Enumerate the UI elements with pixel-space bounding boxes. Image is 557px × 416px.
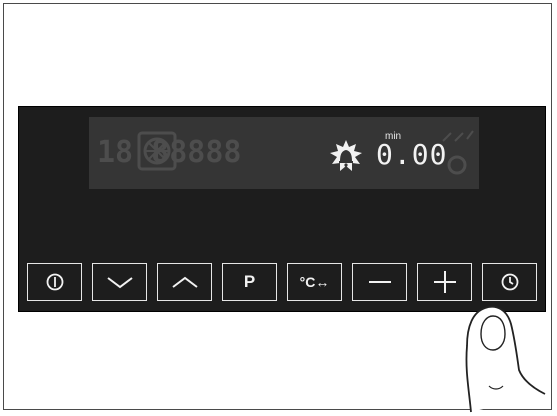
- timer-value: 0.00: [376, 138, 448, 171]
- oven-control-panel: 18 88888 min 0.00 P °C↔: [18, 106, 546, 312]
- minus-icon: [368, 281, 391, 283]
- alarm-bell-icon: [329, 139, 363, 173]
- down-button[interactable]: [92, 263, 147, 301]
- program-button[interactable]: P: [222, 263, 277, 301]
- illustration-frame: 18 88888 min 0.00 P °C↔: [3, 3, 552, 413]
- power-button[interactable]: [27, 263, 82, 301]
- program-button-label: P: [243, 272, 256, 291]
- lcd-display: 18 88888 min 0.00: [89, 117, 479, 189]
- power-icon: [46, 273, 63, 291]
- temperature-button[interactable]: °C↔: [287, 263, 342, 301]
- up-button[interactable]: [157, 263, 212, 301]
- temperature-button-label: °C↔: [299, 274, 330, 290]
- chevron-up-icon: [171, 276, 198, 288]
- plus-icon: [433, 271, 456, 293]
- chevron-down-icon: [106, 277, 133, 289]
- fan-icon: [137, 131, 177, 171]
- pressing-finger-illustration: [465, 305, 546, 413]
- clock-icon: [501, 273, 518, 291]
- minus-button[interactable]: [352, 263, 407, 301]
